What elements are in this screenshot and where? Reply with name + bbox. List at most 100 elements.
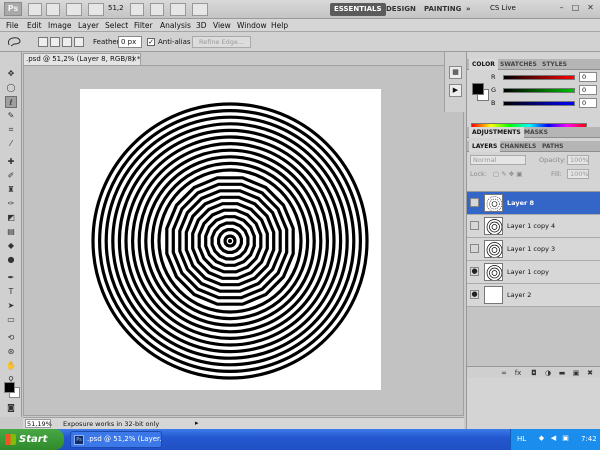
- canvas[interactable]: [80, 89, 381, 390]
- tray-app-icon[interactable]: ◆: [537, 434, 546, 443]
- eyedropper-tool-icon[interactable]: ⁄: [5, 138, 17, 150]
- blue-slider[interactable]: [503, 101, 575, 106]
- menu-view[interactable]: View: [213, 21, 231, 30]
- quick-selection-tool-icon[interactable]: ✎: [5, 110, 17, 122]
- panel-foreground-swatch[interactable]: [472, 83, 484, 95]
- language-indicator[interactable]: HL: [517, 435, 526, 443]
- link-layers-icon[interactable]: ∞: [499, 368, 509, 378]
- new-layer-icon[interactable]: ▣: [571, 368, 581, 378]
- menu-image[interactable]: Image: [48, 21, 72, 30]
- crop-tool-icon[interactable]: ⌗: [5, 124, 17, 136]
- extras-icon[interactable]: [66, 3, 82, 16]
- quick-mask-icon[interactable]: ◙: [5, 402, 17, 414]
- menu-3d[interactable]: 3D: [196, 21, 207, 30]
- network-icon[interactable]: ▣: [561, 434, 570, 443]
- move-tool-icon[interactable]: ✥: [5, 68, 17, 80]
- history-brush-tool-icon[interactable]: ✑: [5, 198, 17, 210]
- brush-tool-icon[interactable]: ✐: [5, 170, 17, 182]
- arrange-documents-icon[interactable]: [170, 3, 186, 16]
- tab-styles[interactable]: STYLES: [539, 59, 570, 70]
- blur-tool-icon[interactable]: ◆: [5, 240, 17, 252]
- workspace-design[interactable]: DESIGN: [382, 3, 420, 16]
- 3d-orbit-tool-icon[interactable]: ⊛: [5, 346, 17, 358]
- fx-icon[interactable]: fx: [513, 368, 523, 378]
- visibility-eye-icon[interactable]: ●: [470, 290, 479, 299]
- workspace-painting[interactable]: PAINTING: [420, 3, 465, 16]
- opacity-input[interactable]: 100%: [567, 155, 589, 165]
- zoom-level[interactable]: 51,2: [108, 4, 124, 12]
- healing-brush-tool-icon[interactable]: ✚: [5, 156, 17, 168]
- close-document-icon[interactable]: ×: [131, 54, 137, 65]
- zoom-status-field[interactable]: 51,19%: [25, 419, 52, 428]
- fill-input[interactable]: 100%: [567, 169, 589, 179]
- document-tab[interactable]: .psd @ 51,2% (Layer 8, RGB/8) * ×: [23, 53, 141, 65]
- visibility-toggle-icon[interactable]: [470, 221, 479, 230]
- intersect-selection-icon[interactable]: [74, 37, 84, 47]
- cs-live-button[interactable]: CS Live: [490, 4, 516, 12]
- start-button[interactable]: Start: [0, 429, 64, 450]
- maximize-button[interactable]: □: [569, 2, 582, 15]
- actions-panel-icon[interactable]: ▶: [449, 84, 462, 97]
- workspace-more-chevron-icon[interactable]: »: [462, 3, 475, 16]
- menu-filter[interactable]: Filter: [134, 21, 153, 30]
- menu-layer[interactable]: Layer: [78, 21, 99, 30]
- menu-analysis[interactable]: Analysis: [160, 21, 191, 30]
- status-menu-arrow-icon[interactable]: ▸: [195, 419, 199, 427]
- layer-row[interactable]: Layer 8: [467, 192, 600, 215]
- type-tool-icon[interactable]: T: [5, 286, 17, 298]
- new-group-icon[interactable]: ▬: [557, 368, 567, 378]
- workspace-essentials[interactable]: ESSENTIALS: [330, 3, 386, 16]
- 3d-rotate-tool-icon[interactable]: ⟲: [5, 332, 17, 344]
- layer-row[interactable]: Layer 1 copy 4: [467, 215, 600, 238]
- lock-icons[interactable]: ▢ ✎ ✥ ▣: [493, 170, 522, 178]
- add-mask-icon[interactable]: ◘: [529, 368, 539, 378]
- screen-mode-icon[interactable]: [192, 3, 208, 16]
- dodge-tool-icon[interactable]: ●: [5, 254, 17, 266]
- visibility-toggle-icon[interactable]: [470, 198, 479, 207]
- subtract-selection-icon[interactable]: [62, 37, 72, 47]
- marquee-tool-icon[interactable]: ◯: [5, 82, 17, 94]
- close-button[interactable]: ✕: [584, 2, 597, 15]
- eraser-tool-icon[interactable]: ◩: [5, 212, 17, 224]
- red-slider[interactable]: [503, 75, 575, 80]
- bridge-icon[interactable]: [28, 3, 42, 16]
- lasso-tool-icon[interactable]: ℓ: [5, 96, 17, 108]
- minibridge-icon[interactable]: [46, 3, 60, 16]
- zoom-tool-icon[interactable]: [88, 3, 104, 16]
- tab-swatches[interactable]: SWATCHES: [497, 59, 540, 70]
- tab-masks[interactable]: MASKS: [521, 127, 551, 138]
- visibility-eye-icon[interactable]: ●: [470, 267, 479, 276]
- adjustment-layer-icon[interactable]: ◑: [543, 368, 553, 378]
- menu-select[interactable]: Select: [105, 21, 128, 30]
- layer-row[interactable]: Layer 1 copy 3: [467, 238, 600, 261]
- hand-tool-icon[interactable]: ✋: [5, 360, 17, 372]
- pen-tool-icon[interactable]: ✒: [5, 272, 17, 284]
- green-slider[interactable]: [503, 88, 575, 93]
- trash-icon[interactable]: ✖: [585, 368, 595, 378]
- red-value-input[interactable]: 0: [579, 72, 597, 82]
- tab-paths[interactable]: PATHS: [539, 141, 566, 152]
- anti-alias-checkbox[interactable]: ✓: [147, 38, 155, 46]
- menu-file[interactable]: File: [6, 21, 19, 30]
- menu-window[interactable]: Window: [237, 21, 267, 30]
- tab-adjustments[interactable]: ADJUSTMENTS: [469, 127, 524, 138]
- hand-icon[interactable]: [130, 3, 144, 16]
- layer-row[interactable]: ● Layer 1 copy: [467, 261, 600, 284]
- menu-edit[interactable]: Edit: [27, 21, 42, 30]
- add-selection-icon[interactable]: [50, 37, 60, 47]
- tab-color[interactable]: COLOR: [469, 59, 498, 70]
- menu-help[interactable]: Help: [271, 21, 288, 30]
- new-selection-icon[interactable]: [38, 37, 48, 47]
- tab-layers[interactable]: LAYERS: [469, 141, 501, 152]
- foreground-color-swatch[interactable]: [4, 382, 15, 393]
- speaker-icon[interactable]: ◀: [549, 434, 558, 443]
- visibility-toggle-icon[interactable]: [470, 244, 479, 253]
- shape-tool-icon[interactable]: ▭: [5, 314, 17, 326]
- green-value-input[interactable]: 0: [579, 85, 597, 95]
- minimize-button[interactable]: –: [555, 2, 568, 15]
- path-selection-tool-icon[interactable]: ➤: [5, 300, 17, 312]
- history-panel-icon[interactable]: ▦: [449, 66, 462, 79]
- feather-input[interactable]: 0 px: [118, 36, 142, 48]
- lasso-tool-preset-icon[interactable]: [6, 36, 26, 48]
- layer-row[interactable]: ● Layer 2: [467, 284, 600, 307]
